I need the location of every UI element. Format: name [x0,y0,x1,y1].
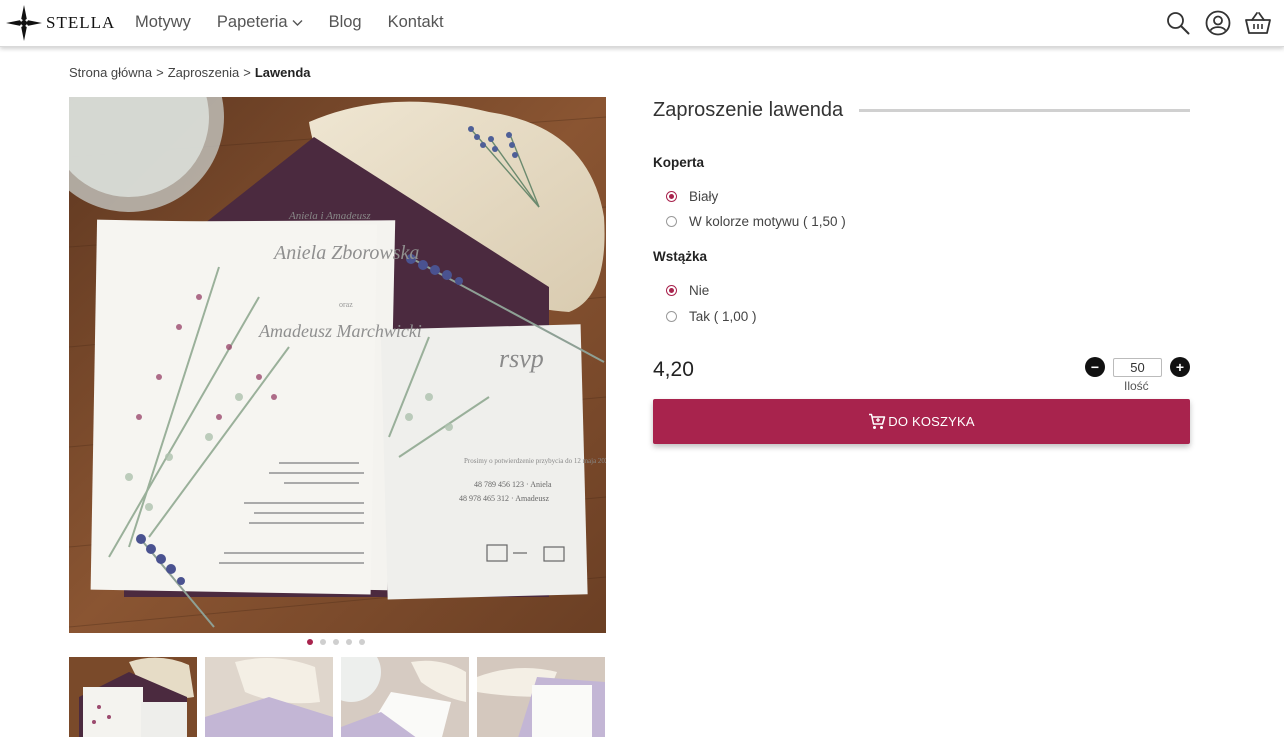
main-nav: Motywy Papeteria Blog Kontakt [135,13,470,32]
radio-option-bialy[interactable]: Biały [666,189,718,204]
account-icon [1205,10,1231,36]
radio-label: W kolorze motywu ( 1,50 ) [689,214,846,229]
carousel-dot[interactable] [320,639,326,645]
quantity-stepper: − + [1085,357,1191,379]
basket-icon [1245,12,1271,34]
nav-item-motywy[interactable]: Motywy [135,13,191,32]
carousel-dots [307,639,372,645]
breadcrumb-category[interactable]: Zaproszenia [168,65,240,80]
carousel-dot[interactable] [346,639,352,645]
breadcrumb-current: Lawenda [254,65,311,80]
card-rsvp: rsvp [499,344,544,373]
option-label-koperta: Koperta [653,155,705,170]
quantity-label: Ilość [1124,379,1149,393]
quantity-minus-button[interactable]: − [1085,357,1105,377]
nav-item-blog[interactable]: Blog [329,13,362,32]
radio-label: Nie [689,283,710,298]
add-to-cart-button[interactable]: DO KOSZYKA [653,399,1190,444]
search-button[interactable] [1164,9,1192,37]
radio-button[interactable] [666,216,677,227]
card-bride-name: Aniela Zborowska [272,242,419,264]
product-title-row: Zaproszenie lawenda [653,98,1190,122]
carousel-dot[interactable] [333,639,339,645]
nav-item-papeteria[interactable]: Papeteria [217,13,303,32]
nav-item-kontakt[interactable]: Kontakt [388,13,444,32]
radio-option-kolor-motywu[interactable]: W kolorze motywu ( 1,50 ) [666,214,846,229]
radio-option-nie[interactable]: Nie [666,283,709,298]
radio-label: Biały [689,189,719,204]
quantity-input[interactable] [1113,358,1162,377]
card-names-header: Aniela i Amadeusz [288,210,371,222]
card-groom-name: Amadeusz Marchwicki [258,321,422,341]
product-price: 4,20 [653,358,694,381]
radio-label: Tak ( 1,00 ) [689,309,757,324]
radio-button[interactable] [666,285,677,296]
card-and: oraz [339,300,353,309]
add-to-cart-label: DO KOSZYKA [888,414,975,429]
breadcrumb-home[interactable]: Strona główna [69,65,152,80]
breadcrumb-separator: > [156,65,164,80]
radio-option-tak[interactable]: Tak ( 1,00 ) [666,309,757,324]
quantity-plus-button[interactable]: + [1170,357,1190,377]
search-icon [1167,12,1190,35]
radio-button[interactable] [666,311,677,322]
breadcrumb: Strona główna > Zaproszenia > Lawenda [69,65,310,80]
thumbnail-4[interactable] [477,657,605,737]
option-label-wstazka: Wstążka [653,249,708,264]
thumbnail-3[interactable] [341,657,469,737]
invitation-photo: Aniela i Amadeusz Aniela Zborowska oraz … [69,97,606,633]
thumbnail-strip [69,657,613,737]
star-logo-icon [6,5,42,41]
chevron-down-icon [292,19,303,26]
brand-name: STELLA [46,13,116,32]
card-rsvp-note: Prosimy o potwierdzenie przybycia do 12 … [464,457,606,465]
breadcrumb-separator: > [243,65,251,80]
radio-button[interactable] [666,191,677,202]
cart-icon [869,413,886,429]
product-main-image[interactable]: Aniela i Amadeusz Aniela Zborowska oraz … [69,97,606,633]
basket-button[interactable] [1244,9,1272,37]
logo[interactable]: STELLA [6,5,115,41]
account-button[interactable] [1204,9,1232,37]
carousel-dot[interactable] [359,639,365,645]
carousel-dot[interactable] [307,639,313,645]
thumbnail-1[interactable] [69,657,197,737]
title-divider [859,108,1190,112]
thumbnail-2[interactable] [205,657,333,737]
site-header: STELLA Motywy Papeteria Blog Kontakt [0,0,1284,47]
card-phone-2: 48 978 465 312 · Amadeusz [459,494,549,503]
card-phone-1: 48 789 456 123 · Aniela [474,480,552,489]
product-title: Zaproszenie lawenda [653,98,844,121]
header-icons [1152,9,1272,37]
